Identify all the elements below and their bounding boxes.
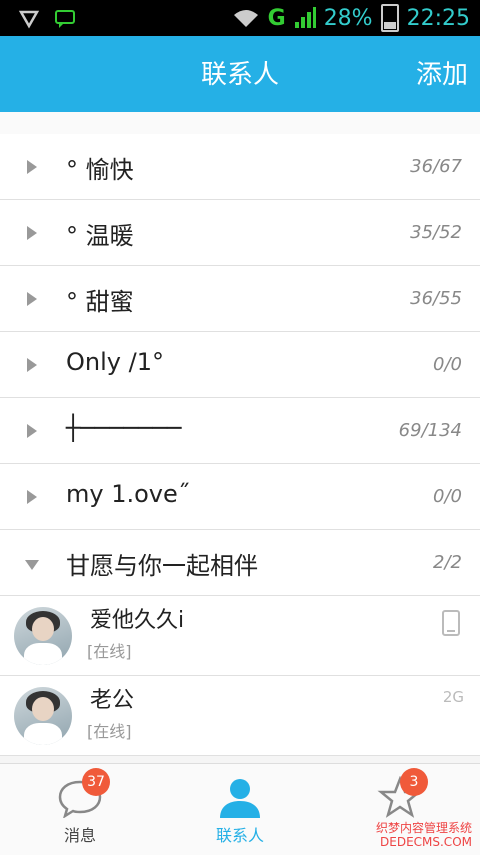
tab-messages[interactable]: 37 消息 <box>0 764 160 855</box>
group-row-expanded[interactable]: 甘愿与你一起相伴 2/2 <box>0 530 480 596</box>
status-bar: G 28% 22:25 <box>0 0 480 36</box>
group-row[interactable]: Only /1° 0/0 <box>0 332 480 398</box>
avatar <box>14 687 72 745</box>
group-count: 36/55 <box>410 288 462 309</box>
group-count: 36/67 <box>410 156 462 177</box>
add-button[interactable]: 添加 <box>416 54 468 91</box>
group-count: 35/52 <box>410 222 462 243</box>
expand-arrow-icon <box>27 226 37 240</box>
signal-icon <box>294 7 316 28</box>
network-badge: 2G <box>442 688 464 706</box>
group-name: my 1.ove˝ <box>66 480 190 508</box>
group-row[interactable]: ° 温暖 35/52 <box>0 200 480 266</box>
group-count: 0/0 <box>433 354 462 375</box>
header-bar: 联系人 添加 <box>0 36 480 112</box>
status-bar-left <box>18 8 76 30</box>
contact-row[interactable]: 爱他久久i [在线] <box>0 596 480 676</box>
group-name: ° 愉快 <box>66 156 134 184</box>
expand-arrow-icon <box>27 424 37 438</box>
collapse-arrow-icon <box>25 560 39 570</box>
contacts-person-icon <box>220 779 260 818</box>
contact-name: 爱他久久i <box>90 608 185 633</box>
group-row[interactable]: ° 甜蜜 36/55 <box>0 266 480 332</box>
clock: 22:25 <box>406 5 470 31</box>
tab-label: 消息 <box>63 826 96 845</box>
group-row[interactable]: my 1.ove˝ 0/0 <box>0 464 480 530</box>
expand-arrow-icon <box>27 292 37 306</box>
unread-badge: 37 <box>82 768 110 796</box>
contact-name: 老公 <box>90 688 135 713</box>
tab-contacts[interactable]: 联系人 <box>160 764 320 855</box>
app-notification-icon <box>18 10 40 29</box>
group-name: Only /1° <box>66 348 164 376</box>
list-top-divider <box>0 112 480 135</box>
contact-list: ° 愉快 36/67 ° 温暖 35/52 ° 甜蜜 36/55 Only /1… <box>0 134 480 756</box>
group-name: ° 甜蜜 <box>66 288 134 316</box>
wifi-icon <box>233 10 258 27</box>
contact-status: [在线] <box>87 722 132 741</box>
group-name: ° 温暖 <box>66 222 134 250</box>
expand-arrow-icon <box>27 160 37 174</box>
battery-percent: 28% <box>323 5 373 31</box>
watermark: 织梦内容管理系统 DEDECMS.COM <box>375 821 472 849</box>
expand-arrow-icon <box>27 490 37 504</box>
status-bar-right: G 28% 22:25 <box>232 4 470 32</box>
avatar <box>14 607 72 665</box>
group-name: 甘愿与你一起相伴 <box>66 552 258 580</box>
group-row[interactable]: ┼─────── 69/134 <box>0 398 480 464</box>
group-row[interactable]: ° 愉快 36/67 <box>0 134 480 200</box>
page-title: 联系人 <box>200 60 279 90</box>
group-count: 0/0 <box>433 486 462 507</box>
bottom-tab-bar: 37 消息 联系人 3 织梦内容管理系统 DEDECMS.COM <box>0 763 480 855</box>
battery-icon <box>380 4 399 32</box>
expand-arrow-icon <box>27 358 37 372</box>
notification-badge: 3 <box>400 768 428 796</box>
group-name: ┼─────── <box>66 414 182 442</box>
contact-status: [在线] <box>87 642 132 661</box>
contact-row[interactable]: 老公 [在线] 2G <box>0 676 480 756</box>
group-count: 2/2 <box>433 552 462 573</box>
group-count: 69/134 <box>398 420 462 441</box>
network-type: G <box>267 5 286 31</box>
tab-label: 联系人 <box>215 826 264 845</box>
chat-notification-icon <box>55 10 75 28</box>
phone-icon <box>442 610 460 636</box>
